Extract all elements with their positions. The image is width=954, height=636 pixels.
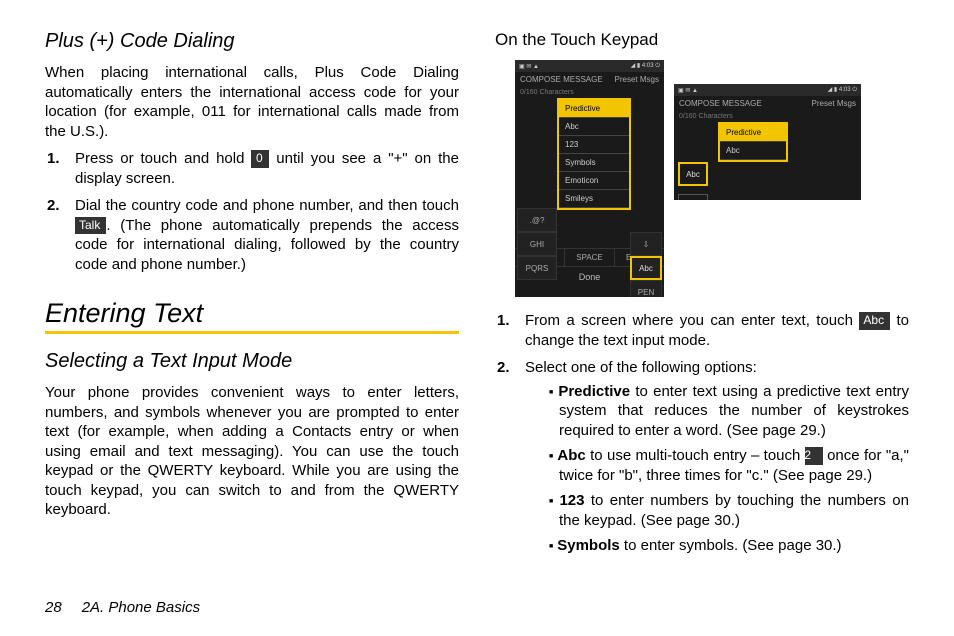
right-column: On the Touch Keypad ▣ ✉ ▲◢ ▮ 4:03 ⏻ COMP… <box>495 30 909 587</box>
section-divider <box>45 331 459 334</box>
input-mode-description: Your phone provides convenient ways to e… <box>45 383 459 520</box>
abc-key-icon: Abc <box>859 312 890 330</box>
option-predictive: Predictive to enter text using a predict… <box>549 382 909 441</box>
heading-selecting-input-mode: Selecting a Text Input Mode <box>45 350 459 373</box>
heading-touch-keypad: On the Touch Keypad <box>495 30 909 50</box>
phone-screenshots: ▣ ✉ ▲◢ ▮ 4:03 ⏻ COMPOSE MESSAGEPreset Ms… <box>515 60 909 297</box>
phone-screenshot-portrait: ▣ ✉ ▲◢ ▮ 4:03 ⏻ COMPOSE MESSAGEPreset Ms… <box>515 60 664 297</box>
plus-code-step-2: Dial the country code and phone number, … <box>65 196 459 274</box>
option-symbols: Symbols to enter symbols. (See page 30.) <box>549 536 909 556</box>
left-key-column: .@? GHI PQRS <box>517 208 557 280</box>
keypad-step-2: Select one of the following options: Pre… <box>515 358 909 556</box>
abc-key-highlight: Abc <box>678 162 708 186</box>
input-mode-popup: Predictive Abc 123 Symbols Emoticon Smil… <box>557 98 631 210</box>
phone-screenshot-landscape: ▣ ✉ ▲◢ ▮ 4:03 ⏻ COMPOSE MESSAGEPreset Ms… <box>674 84 861 200</box>
left-column: Plus (+) Code Dialing When placing inter… <box>45 30 459 587</box>
page-number: 28 <box>45 599 62 616</box>
abc-key-highlight: Abc <box>630 256 662 280</box>
section-title: 2A. Phone Basics <box>82 599 200 616</box>
right-key-column: ⇩ Abc PEN <box>630 232 662 297</box>
option-abc: Abc to use multi-touch entry – touch 2 o… <box>549 446 909 485</box>
heading-plus-code-dialing: Plus (+) Code Dialing <box>45 30 459 53</box>
two-key-icon: 2 <box>805 447 823 465</box>
option-123: 123 to enter numbers by touching the num… <box>549 491 909 530</box>
plus-code-description: When placing international calls, Plus C… <box>45 63 459 141</box>
heading-entering-text: Entering Text <box>45 298 459 329</box>
talk-key-icon: Talk <box>75 217 106 235</box>
keypad-step-1: From a screen where you can enter text, … <box>515 311 909 350</box>
input-mode-popup-small: Predictive Abc <box>718 122 788 162</box>
page-footer: 28 2A. Phone Basics <box>45 587 909 616</box>
plus-code-step-1: Press or touch and hold 0 until you see … <box>65 149 459 188</box>
zero-key-icon: 0 <box>251 150 269 168</box>
